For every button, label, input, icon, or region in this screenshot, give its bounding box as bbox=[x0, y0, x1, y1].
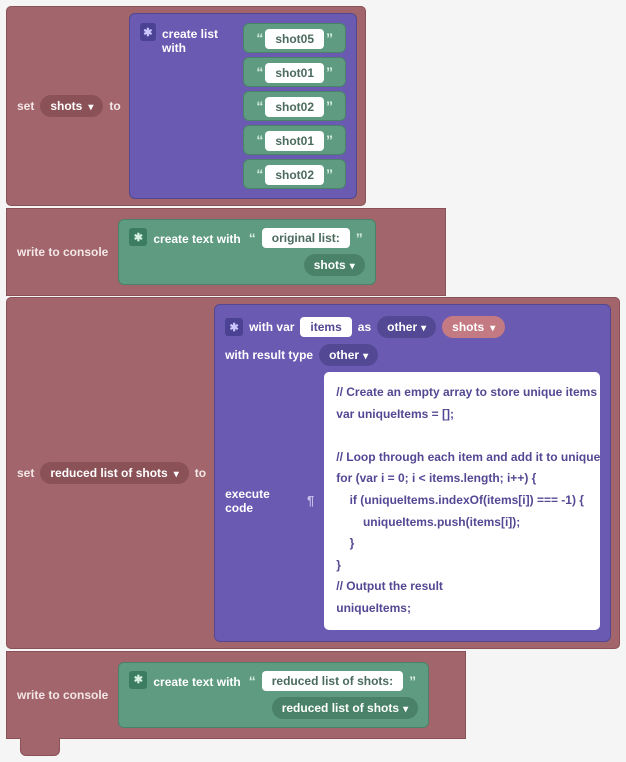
gear-icon[interactable] bbox=[129, 671, 147, 689]
create-list-block[interactable]: create list with “shot05” “shot01” “shot… bbox=[129, 13, 357, 199]
var-ref-shots[interactable]: shots bbox=[304, 254, 365, 276]
blockly-workspace: set shots to create list with “shot05” “… bbox=[6, 6, 620, 756]
create-text-label: create text with bbox=[153, 671, 240, 689]
create-text-block[interactable]: create text with “reduced list of shots:… bbox=[118, 662, 429, 728]
var-ref-shots-pink[interactable]: shots bbox=[442, 316, 505, 338]
string-value[interactable]: shot01 bbox=[265, 131, 324, 151]
var-ref-reduced[interactable]: reduced list of shots bbox=[272, 697, 418, 719]
set-keyword: set bbox=[17, 466, 34, 480]
string-item[interactable]: “shot02” bbox=[243, 159, 346, 189]
var-dropdown-reduced[interactable]: reduced list of shots bbox=[40, 462, 188, 484]
to-keyword: to bbox=[109, 99, 120, 113]
set-shots-block[interactable]: set shots to create list with “shot05” “… bbox=[6, 6, 366, 206]
string-literal[interactable]: “original list:” bbox=[247, 228, 365, 248]
gear-icon[interactable] bbox=[129, 228, 147, 246]
string-value[interactable]: reduced list of shots: bbox=[262, 671, 403, 691]
pilcrow-icon[interactable]: ¶ bbox=[307, 493, 314, 508]
string-item[interactable]: “shot05” bbox=[243, 23, 346, 53]
to-keyword: to bbox=[195, 466, 206, 480]
result-type-dropdown[interactable]: other bbox=[319, 344, 378, 366]
set-keyword: set bbox=[17, 99, 34, 113]
connector-nub bbox=[20, 738, 60, 756]
string-literal[interactable]: “reduced list of shots:” bbox=[247, 671, 418, 691]
with-var-label: with var bbox=[249, 320, 294, 334]
create-list-label: create list with bbox=[162, 23, 237, 55]
create-text-block[interactable]: create text with “original list:” shots bbox=[118, 219, 375, 285]
execute-code-block[interactable]: with var items as other shots with resul… bbox=[214, 304, 611, 642]
gear-icon[interactable] bbox=[225, 318, 243, 336]
string-value[interactable]: shot05 bbox=[265, 29, 324, 49]
write-console-label: write to console bbox=[17, 688, 108, 702]
create-text-label: create text with bbox=[153, 228, 240, 246]
var-name: reduced list of shots bbox=[50, 466, 167, 480]
string-value[interactable]: original list: bbox=[262, 228, 350, 248]
code-editor[interactable]: // Create an empty array to store unique… bbox=[324, 372, 600, 630]
string-value[interactable]: shot01 bbox=[265, 63, 324, 83]
write-console-block-1[interactable]: write to console create text with “origi… bbox=[6, 208, 446, 296]
set-reduced-block[interactable]: set reduced list of shots to with var it… bbox=[6, 297, 620, 649]
string-item[interactable]: “shot01” bbox=[243, 57, 346, 87]
var-ref-label: shots bbox=[314, 258, 346, 272]
var-name: shots bbox=[50, 99, 82, 113]
string-value[interactable]: shot02 bbox=[265, 97, 324, 117]
string-value[interactable]: shot02 bbox=[265, 165, 324, 185]
gear-icon[interactable] bbox=[140, 23, 156, 41]
string-item[interactable]: “shot02” bbox=[243, 91, 346, 121]
execute-code-label: execute code bbox=[225, 487, 297, 515]
write-console-label: write to console bbox=[17, 245, 108, 259]
var-dropdown-shots[interactable]: shots bbox=[40, 95, 103, 117]
with-result-label: with result type bbox=[225, 348, 313, 362]
write-console-block-2[interactable]: write to console create text with “reduc… bbox=[6, 651, 466, 739]
string-item[interactable]: “shot01” bbox=[243, 125, 346, 155]
var-ref-label: reduced list of shots bbox=[282, 701, 399, 715]
var-name-input[interactable]: items bbox=[300, 317, 351, 337]
type-dropdown[interactable]: other bbox=[377, 316, 436, 338]
as-label: as bbox=[358, 320, 371, 334]
